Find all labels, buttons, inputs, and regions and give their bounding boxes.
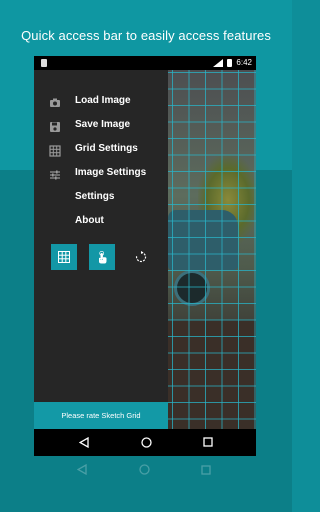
menu-item-image-settings[interactable]: Image Settings <box>34 163 168 185</box>
back-button[interactable] <box>77 435 91 449</box>
sd-card-icon <box>41 59 47 67</box>
camera-icon <box>49 96 61 108</box>
grid-icon <box>58 251 70 263</box>
menu-item-about[interactable]: About <box>34 211 168 233</box>
save-icon <box>49 120 61 132</box>
menu-item-label: Grid Settings <box>75 143 138 154</box>
quick-access-bar <box>34 244 168 270</box>
reflection-home-icon <box>139 462 153 476</box>
home-icon <box>140 436 152 448</box>
recents-button[interactable] <box>201 435 215 449</box>
grid-icon <box>49 144 61 157</box>
menu-item-load-image[interactable]: Load Image <box>34 91 168 113</box>
image-canvas[interactable] <box>168 70 256 429</box>
status-time: 6:42 <box>236 58 252 67</box>
menu-item-grid-settings[interactable]: Grid Settings <box>34 139 168 161</box>
home-button[interactable] <box>139 435 153 449</box>
rate-app-button[interactable]: Please rate Sketch Grid <box>34 402 168 429</box>
grid-toggle-button[interactable] <box>51 244 77 270</box>
grid-overlay <box>168 70 256 429</box>
sliders-icon <box>49 168 61 180</box>
back-icon <box>79 436 89 448</box>
status-bar: 6:42 <box>34 56 256 70</box>
menu-item-label: Image Settings <box>75 167 147 178</box>
menu-item-settings[interactable]: Settings <box>34 187 168 209</box>
recents-icon <box>203 437 213 447</box>
touch-icon <box>99 250 107 263</box>
promo-headline: Quick access bar to easily access featur… <box>21 28 271 43</box>
menu-item-label: About <box>75 215 104 226</box>
menu-item-label: Load Image <box>75 95 131 106</box>
signal-icon <box>213 58 224 67</box>
phone-screen: 6:42 Load Image Save Image Grid Settings <box>34 56 256 456</box>
navigation-bar <box>34 429 256 456</box>
reflection-back-icon <box>76 462 91 476</box>
menu-item-label: Save Image <box>75 119 131 130</box>
rotate-button[interactable] <box>128 244 154 270</box>
battery-icon <box>227 58 233 67</box>
touch-lock-button[interactable] <box>89 244 115 270</box>
rotate-icon <box>135 251 147 263</box>
menu-item-label: Settings <box>75 191 115 202</box>
reflection-recents-icon <box>201 462 215 476</box>
navigation-drawer: Load Image Save Image Grid Settings Imag… <box>34 70 168 429</box>
menu-item-save-image[interactable]: Save Image <box>34 115 168 137</box>
